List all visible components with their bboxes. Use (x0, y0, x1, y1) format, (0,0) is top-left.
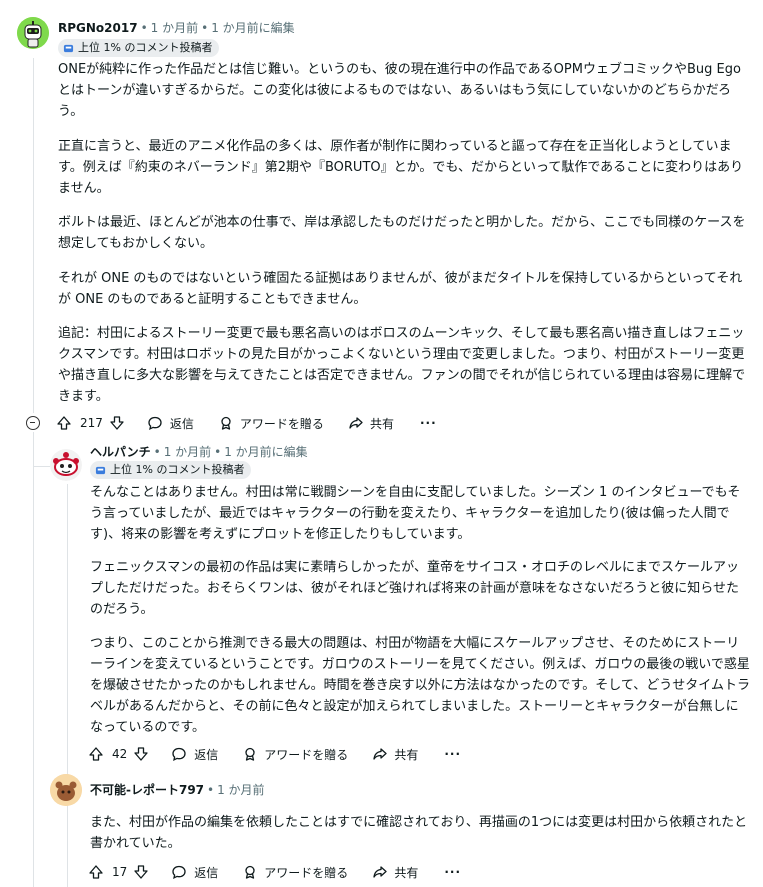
reply-button[interactable]: 返信 (147, 415, 194, 432)
share-button[interactable]: 共有 (372, 864, 418, 881)
thread-line-level2 (67, 484, 68, 887)
comment-actions: 42 返信 アワードを贈る 共有 ··· (88, 743, 461, 765)
thread-line-level1 (33, 432, 34, 887)
downvote-button[interactable] (133, 864, 149, 880)
edited-time: 1 か月前に編集 (224, 445, 308, 459)
more-options-icon[interactable]: ··· (444, 865, 461, 879)
vote-count: 17 (112, 865, 128, 879)
award-label: アワードを贈る (239, 416, 324, 431)
badge-label: 上位 1% のコメント投稿者 (110, 463, 245, 476)
downvote-button[interactable] (109, 415, 125, 431)
thread-connector (33, 466, 51, 467)
post-time[interactable]: 1 か月前 (151, 21, 198, 35)
edited-time: 1 か月前に編集 (211, 21, 295, 35)
reply-icon (172, 747, 186, 761)
avatar[interactable] (50, 449, 82, 481)
share-button[interactable]: 共有 (348, 415, 394, 432)
share-label: 共有 (394, 747, 419, 762)
post-time[interactable]: 1 か月前 (164, 445, 211, 459)
reply-icon (148, 416, 162, 430)
avatar[interactable] (17, 17, 49, 49)
author-name[interactable]: ヘルパンチ (90, 445, 151, 459)
award-label: アワードを贈る (264, 747, 349, 762)
upvote-icon (89, 865, 103, 879)
award-button[interactable]: アワードを贈る (242, 746, 348, 763)
collapse-icon[interactable] (26, 416, 40, 430)
more-options-icon[interactable]: ··· (444, 747, 461, 761)
award-button[interactable]: アワードを贈る (218, 415, 324, 432)
badge-icon (95, 466, 106, 474)
upvote-button[interactable] (56, 415, 72, 431)
share-label: 共有 (394, 865, 419, 880)
author-name[interactable]: 不可能-レポート797 (90, 783, 204, 797)
award-label: アワードを贈る (264, 865, 349, 880)
author-name[interactable]: RPGNo2017 (58, 21, 138, 35)
share-button[interactable]: 共有 (372, 746, 418, 763)
award-icon (221, 416, 231, 430)
downvote-button[interactable] (133, 746, 149, 762)
comment-paragraph: フェニックスマンの最初の作品は実に素晴らしかったが、童帝をサイコス・オロチのレベ… (90, 560, 739, 617)
comment-paragraph: また、村田が作品の編集を依頼したことはすでに確認されており、再描画の1つには変更… (90, 815, 748, 851)
avatar-robot-icon (17, 17, 49, 49)
post-time[interactable]: 1 か月前 (217, 783, 264, 797)
avatar[interactable] (50, 774, 82, 806)
comment-actions: 217 返信 アワードを贈る 共有 ··· (56, 412, 437, 434)
avatar-snoo-brown-icon (50, 774, 82, 806)
comment-meta: ヘルパンチ • 1 か月前 • 1 か月前に編集 (90, 445, 308, 459)
user-badge: 上位 1% のコメント投稿者 (58, 39, 220, 57)
comment-paragraph: 追記：村田によるストーリー変更で最も悪名高いのはボロスのムーンキック、そして最も… (58, 326, 746, 404)
upvote-button[interactable] (88, 864, 104, 880)
share-icon (373, 748, 387, 760)
downvote-icon (134, 865, 148, 879)
reply-label: 返信 (194, 747, 219, 762)
reply-label: 返信 (194, 865, 219, 880)
upvote-icon (89, 747, 103, 761)
vote-count: 42 (112, 747, 128, 761)
share-label: 共有 (369, 416, 394, 431)
comment-paragraph: ボルトは最近、ほとんどが池本の仕事で、岸は承認したものだけだったと明かした。だか… (58, 215, 746, 251)
share-icon (349, 417, 363, 429)
comment-meta: RPGNo2017 • 1 か月前 • 1 か月前に編集 (58, 21, 295, 35)
badge-icon (63, 44, 74, 52)
award-icon (245, 747, 255, 761)
vote-count: 217 (80, 416, 103, 430)
user-badge: 上位 1% のコメント投稿者 (90, 461, 252, 479)
reply-button[interactable]: 返信 (171, 746, 218, 763)
award-button[interactable]: アワードを贈る (242, 864, 348, 881)
reply-label: 返信 (169, 416, 194, 431)
downvote-icon (134, 747, 148, 761)
comment-paragraph: そんなことはありません。村田は常に戦闘シーンを自由に支配していました。シーズン … (90, 485, 741, 542)
comment-paragraph: 正直に言うと、最近のアニメ化作品の多くは、原作者が制作に関わっていると謳って存在… (58, 139, 744, 196)
comment-meta: 不可能-レポート797 • 1 か月前 (90, 783, 265, 797)
upvote-icon (57, 416, 71, 430)
thread-line-main (33, 58, 34, 413)
comment-paragraph: それが ONE のものではないという確固たる証拠はありませんが、彼がまだタイトル… (58, 271, 743, 307)
comment-actions: 17 返信 アワードを贈る 共有 ··· (88, 861, 461, 883)
badge-label: 上位 1% のコメント投稿者 (78, 41, 213, 54)
downvote-icon (110, 416, 124, 430)
award-icon (245, 865, 255, 879)
comment-paragraph: つまり、このことから推測できる最大の問題は、村田が物語を大幅にスケールアップさせ… (90, 636, 751, 735)
more-options-icon[interactable]: ··· (420, 416, 437, 430)
avatar-snoo-red-icon (50, 449, 82, 481)
reply-icon (172, 865, 186, 879)
comment-paragraph: ONEが純粋に作った作品だとは信じ難い。というのも、彼の現在進行中の作品であるO… (58, 62, 741, 119)
upvote-button[interactable] (88, 746, 104, 762)
share-icon (373, 866, 387, 878)
reply-button[interactable]: 返信 (171, 864, 218, 881)
